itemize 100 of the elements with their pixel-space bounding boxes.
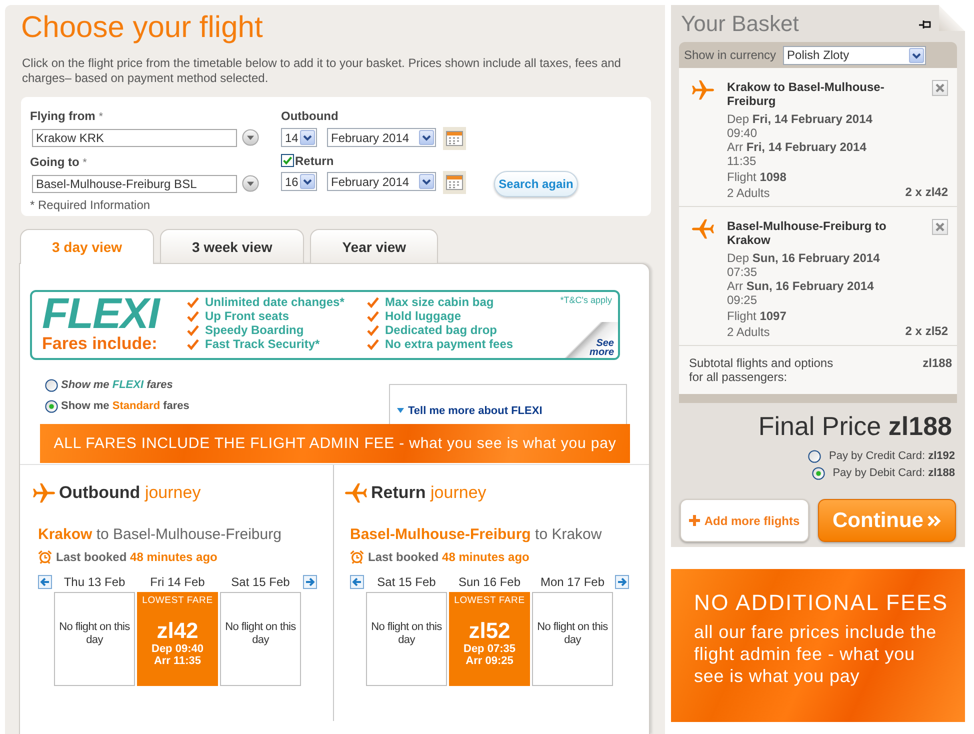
final-price: Final Price zl188 [757, 411, 953, 441]
remove-button[interactable] [932, 219, 948, 235]
month-select[interactable]: February 2014 [327, 172, 436, 191]
airplane-icon [692, 219, 714, 239]
day-label: Sun 16 Feb [457, 574, 522, 590]
fare-price: zl42 [156, 619, 198, 643]
field-label: Flying from * [30, 109, 103, 124]
check-icon [187, 324, 199, 336]
chevron-down-icon [419, 130, 434, 145]
triangle-down-icon [397, 408, 404, 413]
day-select[interactable]: 14 [281, 128, 317, 147]
lowest-fare-label: LOWEST FARE [454, 595, 525, 607]
month-select[interactable]: February 2014 [327, 128, 436, 147]
radio-button[interactable] [808, 450, 822, 462]
airplane-icon [345, 483, 367, 503]
check-icon [187, 296, 199, 308]
payment-option-label: Pay by Debit Card: zl188 [832, 467, 955, 479]
radio-button[interactable] [812, 466, 825, 480]
admin-fee-banner: ALL FARES INCLUDE THE FLIGHT ADMIN FEE - what you see is what you pay [40, 424, 630, 463]
last-booked-text: Last booked 48 minutes ago [56, 550, 218, 564]
pin-icon[interactable] [919, 18, 931, 30]
arrival-info: Arr Sun, 16 February 2014 09:25 [727, 279, 874, 307]
check-icon [187, 310, 199, 322]
promo-text: all our fare prices include the flight admin fee - what you see is what you pay [694, 621, 938, 687]
alarm-clock-icon [38, 550, 52, 564]
feature-text: Speedy Boarding [205, 323, 304, 337]
subtotal-value: zl188 [922, 356, 952, 370]
fares-include-label: Fares include: [42, 334, 158, 353]
check-icon [367, 296, 379, 308]
plus-icon [689, 515, 700, 526]
page-title: Choose your flight [21, 11, 263, 45]
departure-time: Dep 07:35 [464, 643, 516, 655]
route-title: Basel-Mulhouse-Freiburg to Krakow [727, 219, 888, 247]
arrow-right-icon[interactable] [303, 575, 317, 589]
double-chevron-icon [927, 514, 942, 526]
airplane-icon [692, 80, 714, 100]
close-icon [935, 222, 945, 232]
no-flight-cell: No flight on this day [220, 592, 301, 686]
departure-info: Dep Sun, 16 February 2014 07:35 [727, 251, 880, 279]
return-checkbox[interactable] [281, 154, 294, 167]
flight-number: Flight 1097 [727, 309, 786, 323]
arrow-right-icon[interactable] [615, 575, 629, 589]
chevron-down-icon [419, 174, 434, 189]
remove-button[interactable] [932, 80, 948, 96]
check-icon [187, 338, 199, 350]
field-label: Going to * [30, 155, 87, 170]
view-tab[interactable]: Year view [310, 229, 438, 263]
passenger-count: 2 Adults [727, 325, 770, 339]
route-text: Krakow to Basel-Mulhouse-Freiburg [38, 526, 282, 544]
no-flight-cell: No flight on this day [366, 592, 447, 686]
subtotal-label: Subtotal flights and options for all passengers: [689, 356, 834, 384]
basket-title: Your Basket [681, 11, 799, 37]
required-note: * Required Information [30, 198, 150, 212]
view-tab[interactable]: 3 week view [160, 229, 304, 263]
calendar-icon[interactable] [443, 171, 466, 194]
arrow-left-icon[interactable] [350, 575, 364, 589]
journey-heading: Return journey [371, 483, 486, 503]
lowest-fare-label: LOWEST FARE [142, 595, 213, 607]
journey-heading: Outbound journey [59, 483, 201, 503]
intro-text: Click on the flight price from the timetable below to add it to your basket. Prices shown include all taxes, fees and charges– based on payment method selected. [22, 56, 622, 86]
day-label: Sat 15 Feb [230, 574, 291, 590]
day-label: Thu 13 Feb [62, 574, 126, 590]
currency-label: Show in currency [684, 48, 776, 62]
check-icon [367, 338, 379, 350]
close-icon [935, 83, 945, 93]
airplane-icon [33, 483, 55, 503]
departure-info: Dep Fri, 14 February 2014 09:40 [727, 112, 872, 140]
text-input[interactable]: Krakow KRK [32, 129, 237, 147]
check-icon [367, 324, 379, 336]
arrival-time: Arr 11:35 [154, 655, 202, 667]
departure-time: Dep 09:40 [152, 643, 204, 655]
day-select[interactable]: 16 [281, 172, 317, 191]
alarm-clock-icon [350, 550, 364, 564]
radio-button[interactable] [45, 378, 58, 392]
feature-text: Fast Track Security* [205, 337, 320, 351]
feature-text: Hold luggage [385, 309, 461, 323]
flight-number: Flight 1098 [727, 170, 786, 184]
tell-more-link[interactable]: Tell me more about FLEXI [408, 404, 542, 416]
currency-select[interactable]: Polish Zloty [783, 46, 926, 64]
day-label: Fri 14 Feb [149, 574, 206, 590]
field-label: Outbound [281, 109, 338, 123]
arrival-info: Arr Fri, 14 February 2014 11:35 [727, 140, 866, 168]
fare-option-label: Show me FLEXI fares [61, 379, 173, 391]
feature-text: Dedicated bag drop [385, 323, 498, 337]
feature-text: Max size cabin bag [385, 295, 494, 309]
arrival-time: Arr 09:25 [466, 655, 514, 667]
check-icon [367, 310, 379, 322]
text-input[interactable]: Basel-Mulhouse-Freiburg BSL [32, 175, 237, 193]
arrow-left-icon[interactable] [38, 575, 52, 589]
chevron-down-icon [300, 130, 315, 145]
calendar-icon[interactable] [443, 127, 466, 150]
passenger-count: 2 Adults [727, 186, 770, 200]
radio-button[interactable] [45, 400, 58, 412]
fare-option-label: Show me Standard fares [61, 400, 190, 412]
route-title: Krakow to Basel-Mulhouse-Freiburg [727, 80, 886, 108]
route-text: Basel-Mulhouse-Freiburg to Krakow [350, 526, 602, 544]
no-flight-cell: No flight on this day [54, 592, 135, 686]
day-label: Sat 15 Feb [376, 574, 437, 590]
feature-text: Unlimited date changes* [205, 295, 344, 309]
chevron-down-icon [909, 48, 924, 62]
